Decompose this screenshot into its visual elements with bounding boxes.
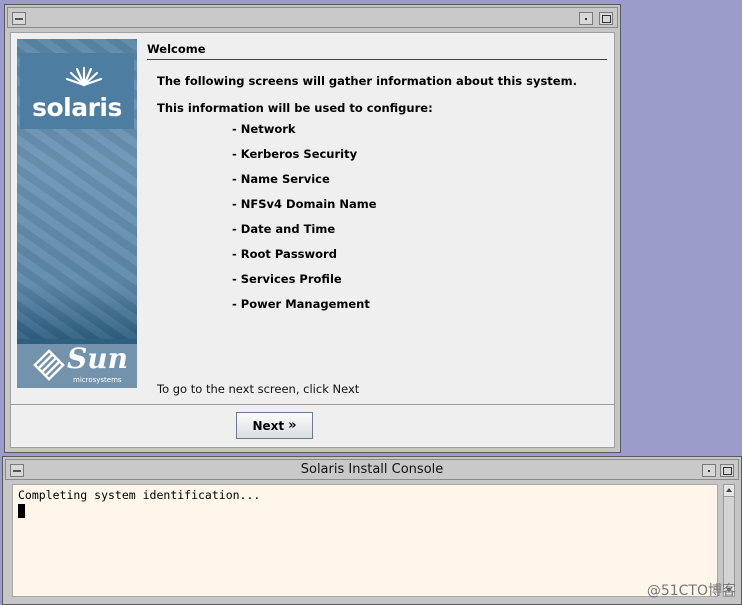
config-item-date-time: - Date and Time xyxy=(232,222,336,236)
footer-instruction: To go to the next screen, click Next xyxy=(157,382,360,396)
window-menu-button[interactable] xyxy=(10,464,24,477)
window-menu-button[interactable] xyxy=(12,12,26,25)
scroll-up-button[interactable] xyxy=(724,485,734,497)
console-output[interactable]: Completing system identification... xyxy=(12,484,718,597)
sun-rays-icon xyxy=(65,66,103,87)
minimize-button[interactable] xyxy=(702,464,716,477)
config-item-services-profile: - Services Profile xyxy=(232,272,342,286)
installer-window: solaris Sun microsystems Welcome The fol… xyxy=(4,4,621,453)
console-titlebar[interactable]: Solaris Install Console xyxy=(5,459,739,480)
branding-sidebar: solaris Sun microsystems xyxy=(17,39,137,388)
welcome-panel: solaris Sun microsystems Welcome The fol… xyxy=(10,32,615,448)
sun-diamond-icon xyxy=(33,349,65,381)
config-item-root-password: - Root Password xyxy=(232,247,337,261)
config-item-nfsv4: - NFSv4 Domain Name xyxy=(232,197,377,211)
divider xyxy=(11,404,614,405)
console-window: Solaris Install Console Completing syste… xyxy=(2,456,742,605)
config-item-kerberos: - Kerberos Security xyxy=(232,147,358,161)
configure-intro-text: This information will be used to configu… xyxy=(157,101,433,115)
config-item-list: - Network - Kerberos Security - Name Ser… xyxy=(232,122,377,322)
maximize-button[interactable] xyxy=(599,12,613,25)
config-item-network: - Network xyxy=(232,122,296,136)
next-button-label: Next xyxy=(252,418,285,433)
installer-titlebar[interactable] xyxy=(7,7,618,28)
page-title: Welcome xyxy=(147,42,607,60)
maximize-button[interactable] xyxy=(720,464,734,477)
minimize-button[interactable] xyxy=(579,12,593,25)
config-item-power-management: - Power Management xyxy=(232,297,370,311)
next-button[interactable]: Next » xyxy=(236,412,313,439)
intro-text: The following screens will gather inform… xyxy=(157,74,577,88)
microsystems-wordmark: microsystems xyxy=(73,376,122,384)
chevron-double-right-icon: » xyxy=(288,418,297,433)
console-text: Completing system identification... xyxy=(18,488,261,502)
solaris-wordmark: solaris xyxy=(32,93,122,122)
sun-wordmark: Sun xyxy=(67,342,128,375)
solaris-logo: solaris xyxy=(20,53,134,129)
console-title: Solaris Install Console xyxy=(300,462,444,477)
text-cursor xyxy=(18,504,25,518)
sun-microsystems-logo: Sun microsystems xyxy=(17,342,137,388)
watermark: @51CTO博客 xyxy=(646,583,736,599)
config-item-name-service: - Name Service xyxy=(232,172,330,186)
